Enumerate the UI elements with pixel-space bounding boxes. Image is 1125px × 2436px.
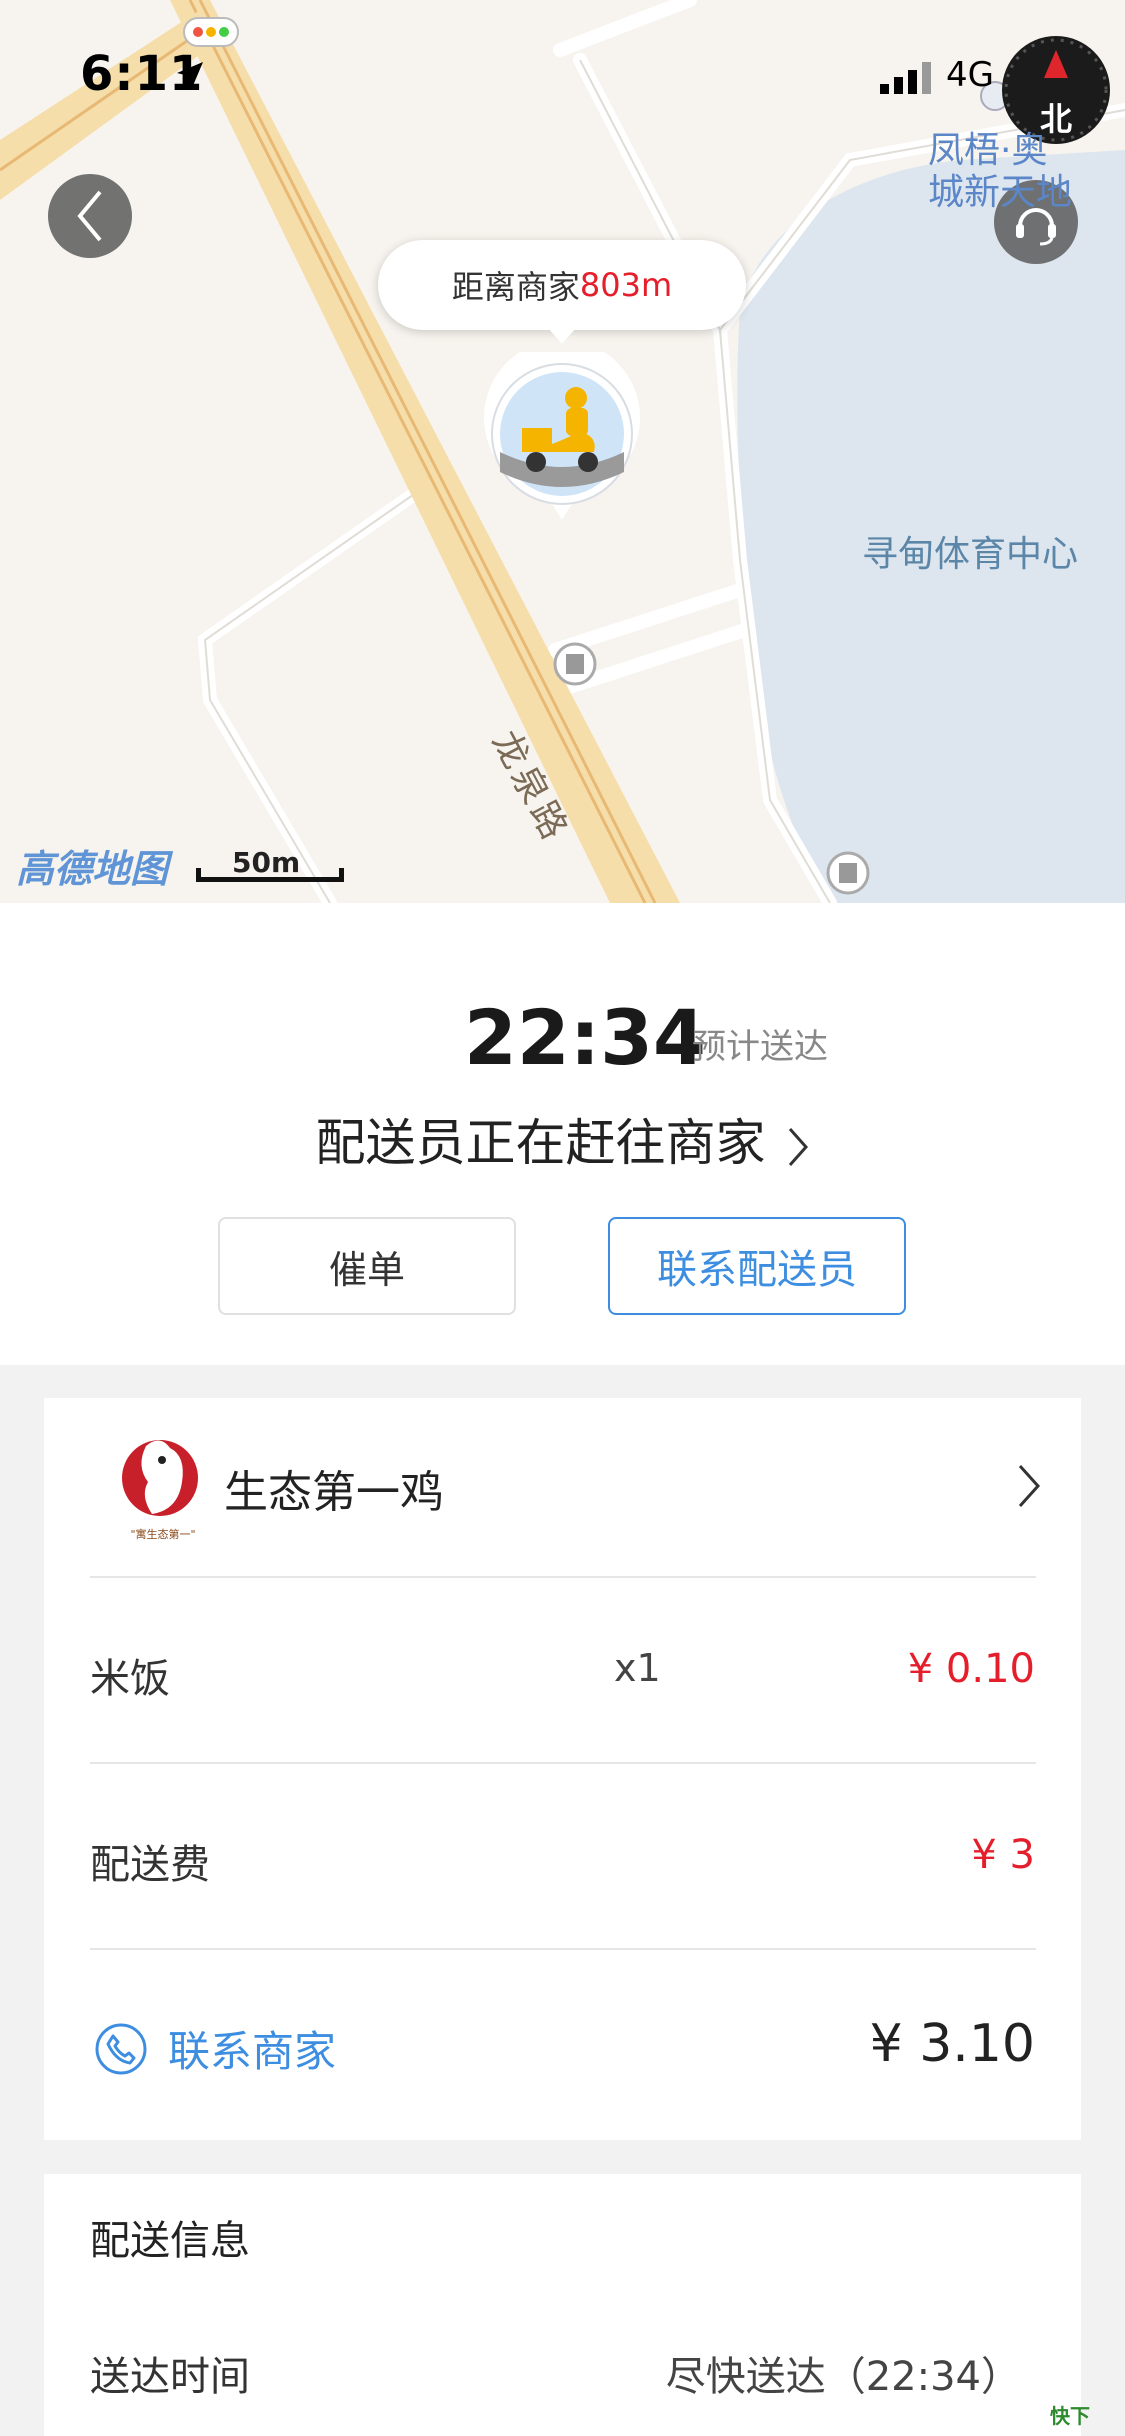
svg-text:"寓生态第一": "寓生态第一"	[130, 1527, 195, 1541]
amap-logo: 高德地图	[16, 847, 169, 891]
urge-order-button[interactable]: 催单	[218, 1217, 516, 1315]
contact-store-label: 联系商家	[168, 2027, 337, 2076]
order-item-row: 米饭 x1 ¥ 0.10	[44, 1578, 1081, 1764]
location-arrow-icon	[177, 62, 203, 88]
map-view[interactable]: 6:11 4G 北 凤梧·奥城新天地 寻甸体育中心 龙泉路 距离商家803m	[0, 0, 1125, 903]
poi-fengwu: 凤梧·奥城新天地	[928, 130, 1073, 213]
eta-label: 预计送达	[692, 1027, 828, 1067]
delivery-info-card: 配送信息 送达时间 尽快送达（22:34）	[44, 2174, 1081, 2436]
delivery-status-link[interactable]: 配送员正在赶往商家	[0, 1103, 1125, 1175]
item-price: ¥ 0.10	[907, 1646, 1035, 1692]
eta-section: 22:34 预计送达 配送员正在赶往商家 催单 联系配送员	[0, 903, 1125, 1365]
delivery-status-text: 配送员正在赶往商家	[315, 1114, 766, 1172]
delivery-time-value: 尽快送达（22:34）	[665, 2354, 1021, 2400]
delivery-fee-label: 配送费	[90, 1842, 210, 1888]
contact-rider-button[interactable]: 联系配送员	[608, 1217, 906, 1315]
phone-icon	[95, 2023, 147, 2074]
chevron-left-icon	[77, 190, 102, 242]
eta-time: 22:34	[464, 993, 706, 1082]
delivery-fee-value: ¥ 3	[971, 1832, 1035, 1878]
item-name: 米饭	[90, 1656, 170, 1702]
signal-icon	[880, 62, 931, 94]
compass-button[interactable]: 北	[1002, 36, 1110, 144]
order-total: ¥ 3.10	[869, 2014, 1035, 2074]
delivery-fee-row: 配送费 ¥ 3	[44, 1764, 1081, 1950]
distance-value: 803m	[579, 266, 673, 304]
chevron-right-icon	[788, 1127, 808, 1166]
store-name: 生态第一鸡	[224, 1467, 444, 1518]
delivery-info-title: 配送信息	[90, 2218, 250, 2264]
distance-prefix: 距离商家	[451, 268, 580, 306]
distance-bubble: 距离商家 803m	[378, 240, 746, 344]
divider	[90, 1948, 1036, 1950]
rider-marker-icon	[484, 352, 640, 520]
back-button[interactable]	[48, 174, 132, 258]
watermark-logo: 快下	[1050, 2404, 1090, 2428]
contact-store-button[interactable]: 联系商家	[94, 2018, 336, 2079]
order-card: "寓生态第一" 生态第一鸡 米饭 x1 ¥ 0.10 配送费 ¥ 3 联系商家 …	[44, 1398, 1081, 2140]
network-type: 4G	[946, 55, 994, 95]
store-row[interactable]: "寓生态第一" 生态第一鸡	[44, 1398, 1081, 1576]
poi-sport-center: 寻甸体育中心	[862, 534, 1079, 575]
map-scale: 50m	[196, 846, 344, 886]
store-logo: "寓生态第一"	[122, 1440, 198, 1541]
map-scale-bar	[196, 868, 344, 882]
item-qty: x1	[614, 1646, 661, 1690]
chevron-right-icon	[1018, 1464, 1041, 1508]
delivery-time-label: 送达时间	[90, 2354, 250, 2400]
